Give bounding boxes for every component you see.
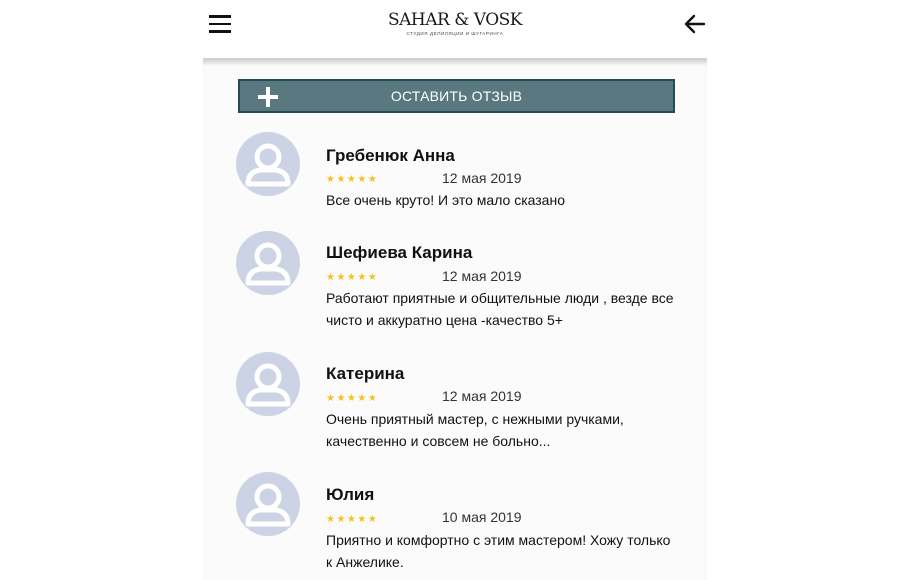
avatar bbox=[236, 231, 300, 295]
user-silhouette-icon bbox=[245, 242, 291, 286]
brand-name: SAHAR & VOSK bbox=[387, 10, 523, 30]
review-date: 12 мая 2019 bbox=[442, 388, 522, 404]
review-date: 10 мая 2019 bbox=[442, 509, 522, 525]
review-text: Все очень круто! И это мало сказано bbox=[326, 192, 565, 208]
arrow-left-icon[interactable] bbox=[683, 12, 707, 36]
brand-logo[interactable]: SAHAR & VOSK студия депиляции и шугаринг… bbox=[330, 10, 580, 36]
review-date: 12 мая 2019 bbox=[442, 170, 522, 186]
user-silhouette-icon bbox=[245, 143, 291, 187]
top-bar: SAHAR & VOSK студия депиляции и шугаринг… bbox=[0, 0, 910, 58]
header-shadow bbox=[203, 58, 707, 66]
rating-stars: ★★★★★ bbox=[326, 272, 379, 283]
avatar bbox=[236, 472, 300, 536]
review-text: Приятно и комфортно с этим мастером! Хож… bbox=[326, 532, 671, 570]
review-text: Очень приятный мастер, с нежными ручками… bbox=[326, 411, 624, 449]
hamburger-menu-icon[interactable] bbox=[209, 15, 231, 33]
avatar bbox=[236, 352, 300, 416]
reviewer-name: Катерина bbox=[326, 364, 405, 383]
review-text: Работают приятные и общительные люди , в… bbox=[326, 290, 674, 328]
brand-tagline: студия депиляции и шугаринга bbox=[406, 31, 504, 36]
add-review-label: ОСТАВИТЬ ОТЗЫВ bbox=[390, 88, 523, 104]
review-date: 12 мая 2019 bbox=[442, 268, 522, 284]
rating-stars: ★★★★★ bbox=[326, 174, 379, 185]
rating-stars: ★★★★★ bbox=[326, 393, 379, 404]
add-review-button[interactable]: ОСТАВИТЬ ОТЗЫВ bbox=[238, 79, 675, 113]
reviewer-name: Юлия bbox=[326, 485, 375, 504]
user-silhouette-icon bbox=[245, 483, 291, 527]
rating-stars: ★★★★★ bbox=[326, 514, 379, 525]
reviewer-name: Шефиева Карина bbox=[326, 243, 473, 262]
user-silhouette-icon bbox=[245, 363, 291, 407]
reviewer-name: Гребенюк Анна bbox=[326, 146, 455, 165]
avatar bbox=[236, 132, 300, 196]
